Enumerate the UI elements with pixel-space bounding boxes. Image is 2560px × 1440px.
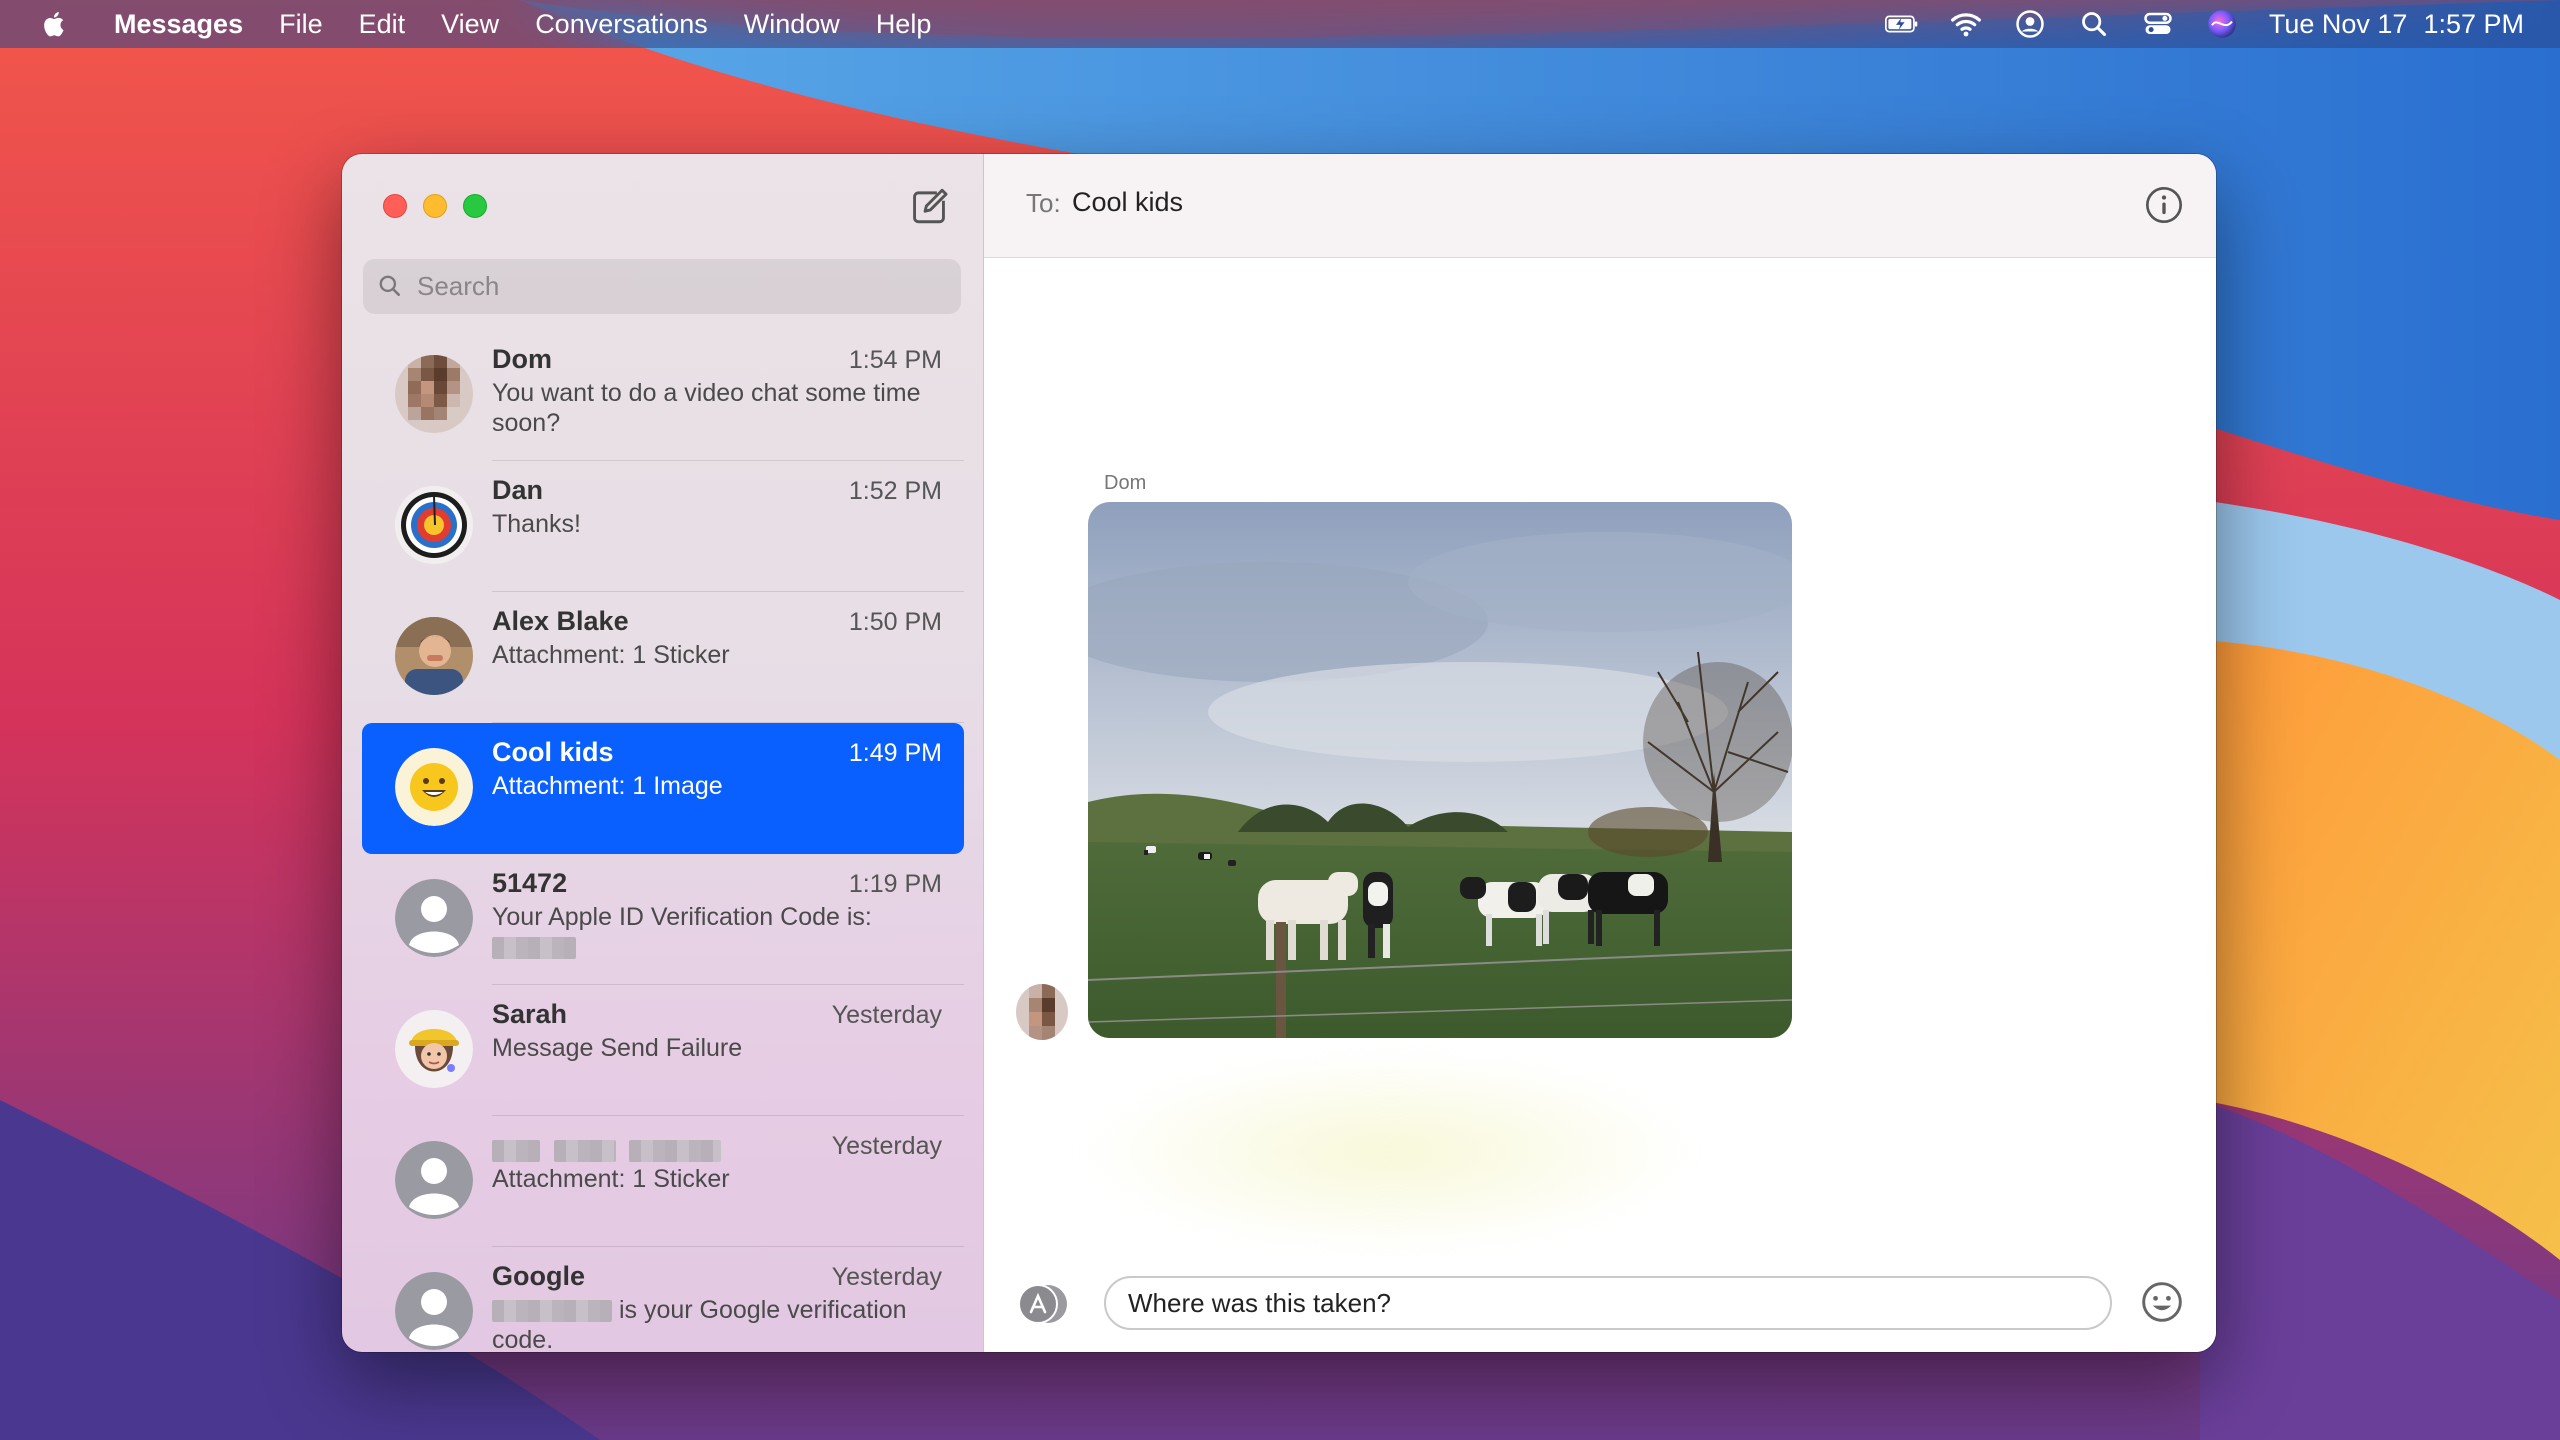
menu-edit[interactable]: Edit [359, 9, 406, 40]
conversation-preview: is your Google verification code. [492, 1295, 922, 1352]
menu-view[interactable]: View [441, 9, 499, 40]
redacted-name [492, 1139, 540, 1162]
memoji-avatar [395, 1010, 473, 1088]
conversation-name: Google [492, 1261, 585, 1291]
apple-icon[interactable] [40, 7, 74, 41]
recipient-name[interactable]: Cool kids [1072, 187, 1183, 218]
menubar-date: Tue Nov 17 [2268, 8, 2408, 39]
search-field[interactable]: Search [363, 259, 961, 314]
avatar [395, 748, 473, 826]
conversation-preview: You want to do a video chat some time so… [492, 379, 921, 437]
conversation-preview: Attachment: 1 Sticker [492, 1165, 730, 1193]
menubar-clock[interactable]: Tue Nov 17 1:57 PM [2269, 9, 2524, 40]
battery-charging-icon[interactable] [1884, 7, 1919, 41]
app-store-icon[interactable] [1014, 1282, 1070, 1326]
conversation-time: Yesterday [831, 1132, 942, 1160]
conversation-time: 1:50 PM [848, 608, 942, 636]
message-input[interactable]: Where was this taken? [1104, 1276, 2112, 1330]
messages-window: Search Dom 1:54 PM You want to do a vide… [342, 154, 2216, 1352]
conversation-preview: Attachment: 1 Sticker [492, 641, 730, 669]
conversation-dom[interactable]: Dom 1:54 PM You want to do a video chat … [362, 330, 964, 461]
compose-bar: Where was this taken? [984, 1256, 2216, 1352]
conversation-alex-blake[interactable]: Alex Blake 1:50 PM Attachment: 1 Sticker [362, 592, 964, 723]
blurred-message [1080, 1052, 1700, 1252]
minimize-window-button[interactable] [423, 194, 447, 218]
zoom-window-button[interactable] [463, 194, 487, 218]
image-attachment[interactable] [1088, 502, 1792, 1038]
conversation-time: Yesterday [831, 1001, 942, 1029]
info-icon[interactable] [2144, 185, 2184, 225]
conversation-preview: Message Send Failure [492, 1034, 743, 1062]
to-label: To: [1026, 188, 1061, 218]
conversation-dan[interactable]: Dan 1:52 PM Thanks! [362, 461, 964, 592]
redacted-name [629, 1139, 722, 1162]
sender-avatar [1016, 984, 1068, 1040]
chat-header: To: Cool kids [984, 154, 2216, 258]
menu-messages[interactable]: Messages [114, 9, 243, 40]
user-icon[interactable] [2013, 7, 2047, 41]
menu-file[interactable]: File [279, 9, 323, 40]
conversation-preview: Your Apple ID Verification Code is: [492, 902, 922, 962]
preview-text: Your Apple ID Verification Code is: [492, 903, 872, 931]
conversation-google[interactable]: Google Yesterday is your Google verifica… [362, 1247, 964, 1352]
avatar [395, 617, 473, 695]
search-icon [377, 273, 405, 301]
conversation-time: 1:49 PM [848, 739, 942, 767]
conversation-list: Dom 1:54 PM You want to do a video chat … [362, 330, 964, 1352]
person-icon [395, 879, 473, 957]
avatar [395, 486, 473, 564]
compose-icon[interactable] [908, 185, 950, 227]
conversation-preview: Thanks! [492, 510, 581, 538]
emoji-icon[interactable] [2140, 1280, 2184, 1324]
sender-label: Dom [1104, 472, 1147, 494]
conversation-name-redacted [492, 1134, 722, 1165]
conversation-time: 1:54 PM [848, 346, 942, 374]
close-window-button[interactable] [383, 194, 407, 218]
sidebar: Search Dom 1:54 PM You want to do a vide… [342, 154, 984, 1352]
conversation-time: Yesterday [831, 1263, 942, 1291]
menu-help[interactable]: Help [876, 9, 932, 40]
conversation-name: 51472 [492, 868, 568, 898]
conversation-name: Cool kids [492, 737, 614, 767]
menu-window[interactable]: Window [744, 9, 840, 40]
control-center-icon[interactable] [2141, 7, 2175, 41]
menu-conversations[interactable]: Conversations [535, 9, 708, 40]
conversation-cool-kids[interactable]: Cool kids 1:49 PM Attachment: 1 Image [362, 723, 964, 854]
person-icon [395, 1141, 473, 1219]
avatar [395, 355, 473, 433]
message-input-text: Where was this taken? [1128, 1287, 1392, 1318]
siri-icon[interactable] [2205, 7, 2239, 41]
search-icon[interactable] [2077, 7, 2111, 41]
chat-pane: To: Cool kids Dom Where was this taken? [984, 154, 2216, 1352]
conversation-preview: Attachment: 1 Image [492, 772, 723, 800]
menubar-time: 1:57 PM [2423, 8, 2524, 39]
redacted-name [553, 1139, 616, 1162]
conversation-time: 1:19 PM [848, 870, 942, 898]
conversation-name: Sarah [492, 999, 568, 1029]
wifi-icon[interactable] [1949, 7, 1983, 41]
conversation-redacted[interactable]: Yesterday Attachment: 1 Sticker [362, 1116, 964, 1247]
conversation-name: Dan [492, 475, 544, 505]
conversation-51472[interactable]: 51472 1:19 PM Your Apple ID Verification… [362, 854, 964, 985]
redacted-code [492, 1300, 612, 1323]
search-placeholder: Search [417, 271, 500, 301]
conversation-time: 1:52 PM [848, 477, 942, 505]
redacted-code [492, 937, 576, 960]
person-icon [395, 1272, 473, 1350]
conversation-name: Alex Blake [492, 606, 629, 636]
conversation-name: Dom [492, 344, 552, 374]
conversation-sarah[interactable]: Sarah Yesterday Message Send Failure [362, 985, 964, 1116]
menu-bar: Messages File Edit View Conversations Wi… [0, 0, 2560, 48]
